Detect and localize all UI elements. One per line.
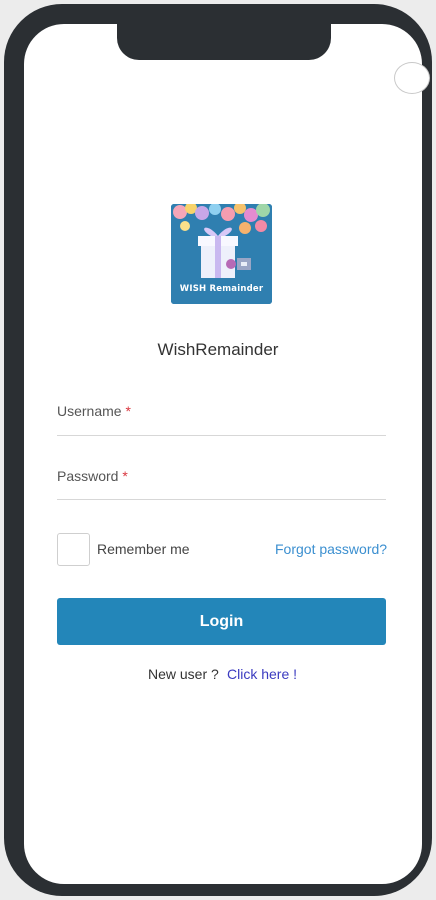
remember-me-checkbox[interactable] [57, 533, 90, 566]
remember-me-label: Remember me [97, 541, 190, 557]
signup-link[interactable]: Click here ! [227, 666, 297, 682]
forgot-password-link[interactable]: Forgot password? [275, 541, 387, 557]
phone-frame [4, 4, 432, 896]
logo-caption: WISH Remainder [179, 284, 264, 294]
password-input[interactable] [57, 476, 386, 500]
new-user-prompt: New user ? [148, 666, 219, 682]
username-input[interactable] [57, 412, 386, 436]
phone-screen [24, 24, 422, 884]
app-title: WishRemainder [157, 340, 279, 359]
app-logo: WISH Remainder [171, 204, 272, 304]
side-button-icon[interactable] [394, 62, 430, 94]
phone-notch [117, 4, 331, 60]
login-button[interactable]: Login [57, 598, 386, 645]
